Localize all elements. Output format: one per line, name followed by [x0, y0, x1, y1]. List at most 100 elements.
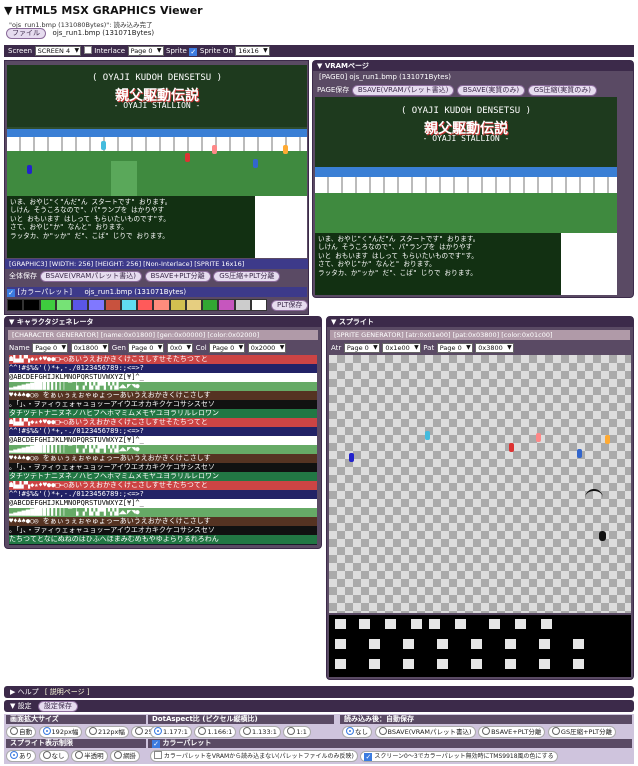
- help-link[interactable]: [ 説明ページ ]: [45, 688, 90, 696]
- help-bar[interactable]: ▶ ヘルプ [ 説明ページ ]: [4, 686, 634, 698]
- vram-bsave-button[interactable]: BSAVE(VRAMパレット書込): [351, 85, 455, 96]
- option-label: 半透明: [84, 752, 104, 760]
- bsave-button[interactable]: BSAVE(VRAMパレット書込): [39, 271, 143, 282]
- option-label: BSAVE+PLT分離: [491, 728, 542, 736]
- size-option-auto[interactable]: 自動: [6, 726, 36, 738]
- gen-label: Gen: [111, 344, 126, 352]
- settings-save-button[interactable]: 設定保存: [37, 701, 78, 712]
- palette-swatch[interactable]: [185, 299, 202, 311]
- settings-bar[interactable]: ▼ 設定 設定保存: [4, 700, 634, 712]
- settings-area: 画面拡大サイズ 自動 192px幅 212px幅 256px幅 DotAspec…: [4, 714, 634, 764]
- palette-swatch[interactable]: [234, 299, 251, 311]
- palette-checkbox[interactable]: ✓: [7, 289, 15, 297]
- name-page-select[interactable]: Page 0: [32, 343, 69, 353]
- sprite-selects: Atr Page 0 0x1e00 Pat Page 0 0x3800: [331, 343, 514, 353]
- palette-option-no-vram[interactable]: カラーパレットをVRAMから読み込まない(パレットファイルのみ反映): [150, 750, 358, 762]
- sprite-preview[interactable]: [329, 355, 631, 613]
- sprite-option-no[interactable]: なし: [38, 750, 69, 762]
- palette-swatch[interactable]: [250, 299, 267, 311]
- palette-swatch[interactable]: [202, 299, 219, 311]
- palette-file: ojs_run1.bmp (131071Bytes): [84, 288, 187, 296]
- load-option-gs[interactable]: GS圧縮+PLT分離: [547, 726, 617, 738]
- gen-addr-select[interactable]: 0x0: [166, 343, 194, 353]
- collapse-icon: ▼: [10, 702, 18, 710]
- collapse-icon[interactable]: ▼: [331, 318, 339, 326]
- sprite-title: ▼ スプライト: [327, 317, 633, 327]
- vram-view[interactable]: ( OYAJI KUDOH DENSETSU ) 親父駆動伝説 - OYAJI …: [315, 97, 617, 295]
- page-select[interactable]: Page 0: [127, 46, 164, 56]
- dot-option-11[interactable]: 1:1: [283, 726, 311, 738]
- char-row: @ABCDEFGHIJKLMNOPQRSTUVWXYZ[¥]^_: [9, 436, 317, 445]
- char-row: @ABCDEFGHIJKLMNOPQRSTUVWXYZ[¥]^_: [9, 373, 317, 382]
- pat-addr-select[interactable]: 0x3800: [475, 343, 514, 353]
- palette-swatch[interactable]: [137, 299, 154, 311]
- load-option-bsave[interactable]: BSAVE(VRAMパレット書込): [374, 726, 476, 738]
- help-label: ヘルプ: [17, 688, 39, 696]
- bsave-plt-button[interactable]: BSAVE+PLT分離: [144, 271, 211, 282]
- sprite-info: [SPRITE GENERATOR] [atr:0x01e00] [pat:0x…: [330, 330, 630, 340]
- sprite-pattern-grid[interactable]: [329, 615, 631, 677]
- palette-swatch[interactable]: [153, 299, 170, 311]
- chargen-title: ▼ キャラクタジェネレータ: [5, 317, 321, 327]
- sprite-title-text: スプライト: [338, 318, 374, 326]
- col-label: Col: [195, 344, 207, 352]
- collapse-icon[interactable]: ▼: [4, 4, 12, 17]
- option-label: スクリーン0～3でカラーパレット無効時にTMS9918風の色にする: [374, 753, 554, 760]
- name-addr-select[interactable]: 0x1800: [70, 343, 110, 353]
- gs-compress-button[interactable]: GS圧縮+PLT分離: [213, 271, 281, 282]
- col-page-select[interactable]: Page 0: [209, 343, 246, 353]
- dot-option-1177[interactable]: 1.177:1: [150, 726, 192, 738]
- gen-page-select[interactable]: Page 0: [128, 343, 165, 353]
- game-screen[interactable]: ( OYAJI KUDOH DENSETSU ) 親父駆動伝説 - OYAJI …: [7, 65, 307, 258]
- option-label: なし: [355, 728, 368, 736]
- palette-swatch[interactable]: [88, 299, 105, 311]
- load-option-none[interactable]: なし: [342, 726, 372, 738]
- vram-bsave-only-button[interactable]: BSAVE(実質のみ): [456, 85, 526, 96]
- collapse-icon[interactable]: ▼: [317, 62, 325, 70]
- palette-swatch[interactable]: [218, 299, 235, 311]
- option-label: あり: [19, 752, 32, 760]
- file-row: ファイル ojs_run1.bmp (131071Bytes): [6, 28, 634, 39]
- char-row: ☗▙▟▞▚◆★♦♥●●□←○あいうえおかきくけこさしすせそたちつてと: [9, 481, 317, 490]
- vram-gs-only-button[interactable]: GS圧縮(実質のみ): [527, 85, 598, 96]
- sprite-size-select[interactable]: 16x16: [235, 46, 270, 56]
- pat-page-select[interactable]: Page 0: [436, 343, 473, 353]
- palette-swatch[interactable]: [72, 299, 89, 311]
- palette-swatch[interactable]: [169, 299, 186, 311]
- option-label: 1.166:1: [207, 728, 233, 736]
- size-option-192[interactable]: 192px幅: [38, 726, 83, 738]
- size-option-212[interactable]: 212px幅: [84, 726, 129, 738]
- palette-setting-checkbox[interactable]: ✓: [152, 740, 160, 748]
- dot-option-1166[interactable]: 1.166:1: [194, 726, 237, 738]
- sprite-on-checkbox[interactable]: ✓: [189, 48, 198, 56]
- collapse-icon[interactable]: ▼: [9, 318, 17, 326]
- char-row: ^^!#$%&'()*+,-./0123456789:;<=>?: [9, 490, 317, 499]
- char-row: ☗▙▟▞▚◆★♦♥●●□←○あいうえおかきくけこさしすせそたちつてと: [9, 355, 317, 364]
- atr-addr-select[interactable]: 0x1e00: [382, 343, 421, 353]
- chargen-map[interactable]: ☗▙▟▞▚◆★♦♥●●□←○あいうえおかきくけこさしすせそたちつてと ^^!#$…: [9, 355, 317, 545]
- option-label: 1:1: [296, 728, 307, 736]
- screen-select[interactable]: SCREEN 4: [34, 46, 82, 56]
- palette-swatch[interactable]: [55, 299, 72, 311]
- palette-swatch[interactable]: [23, 299, 40, 311]
- vram-title-en: ( OYAJI KUDOH DENSETSU ): [400, 106, 532, 116]
- palette-swatch[interactable]: [104, 299, 121, 311]
- palette-swatch[interactable]: [39, 299, 56, 311]
- sprite-option-mesh[interactable]: 網掛: [110, 750, 141, 762]
- file-button[interactable]: ファイル: [6, 28, 46, 39]
- option-label: 自動: [19, 728, 32, 736]
- col-addr-select[interactable]: 0x2000: [247, 343, 287, 353]
- load-option-bsave-plt[interactable]: BSAVE+PLT分離: [478, 726, 546, 738]
- dot-option-1133[interactable]: 1.133:1: [238, 726, 281, 738]
- char-row: ^^!#$%&'()*+,-./0123456789:;<=>?: [9, 364, 317, 373]
- atr-page-select[interactable]: Page 0: [343, 343, 380, 353]
- palette-option-tms[interactable]: ✓ スクリーン0～3でカラーパレット無効時にTMS9918風の色にする: [360, 751, 558, 762]
- sprite-option-yes[interactable]: あり: [6, 750, 36, 762]
- palette-swatch[interactable]: [120, 299, 137, 311]
- plt-save-button[interactable]: PLT保存: [271, 300, 309, 311]
- option-label: BSAVE(VRAMパレット書込): [387, 728, 472, 736]
- interlace-checkbox[interactable]: [83, 46, 92, 54]
- palette-swatch[interactable]: [7, 299, 24, 311]
- load-title: 読み込み後：自動保存: [340, 715, 632, 724]
- sprite-option-semi[interactable]: 半透明: [71, 750, 108, 762]
